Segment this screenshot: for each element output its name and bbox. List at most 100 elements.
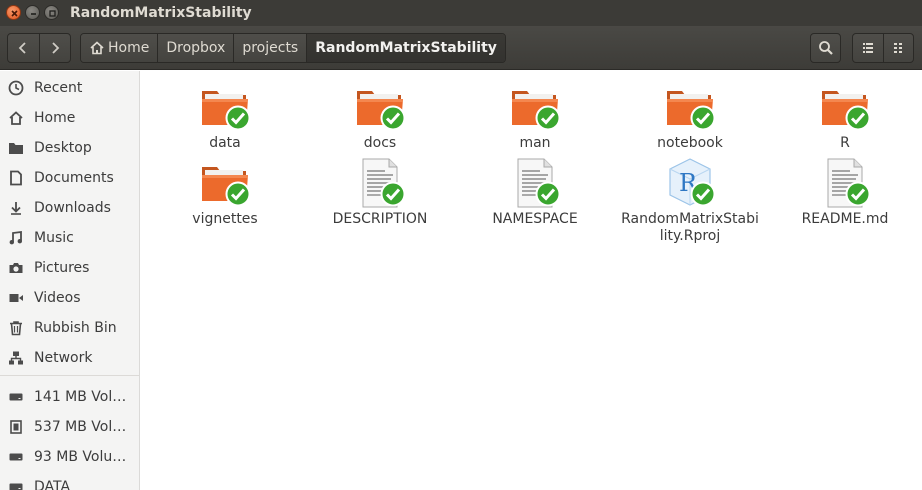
folder-icon [664,81,716,133]
minimize-window-button[interactable] [25,5,40,20]
breadcrumb-dropbox[interactable]: Dropbox [157,34,234,62]
sidebar-item-label: Pictures [34,260,90,276]
forward-button[interactable] [38,34,71,62]
close-icon [11,10,18,17]
menu-button[interactable] [882,34,914,62]
breadcrumb-projects[interactable]: projects [233,34,307,62]
drive-icon [6,447,26,467]
sidebar-separator [0,375,139,376]
drive-icon [6,477,26,490]
search-icon [818,41,833,55]
file-name: data [209,135,241,151]
file-name: vignettes [192,211,258,227]
file-name: README.md [801,211,889,227]
title-bar: RandomMatrixStability [0,0,922,26]
file-name: RandomMatrixStability.Rproj [621,211,759,244]
file-name: man [519,135,551,151]
sidebar-item-label: Recent [34,80,83,96]
sidebar-item-downloads[interactable]: Downloads [0,193,139,223]
home-icon [90,41,104,55]
sync-check-icon [380,105,406,131]
folder-icon [819,81,871,133]
sync-check-icon [690,181,716,207]
folder-icon [6,138,26,158]
sidebar-item-pictures[interactable]: Pictures [0,253,139,283]
sidebar-item-videos[interactable]: Videos [0,283,139,313]
folder-icon [199,81,251,133]
sidebar: Recent Home Desktop Documents Downloads … [0,71,140,490]
breadcrumb-label: Dropbox [166,40,226,56]
sync-check-icon [225,181,251,207]
sidebar-item-home[interactable]: Home [0,103,139,133]
toolbar: Home Dropbox projects RandomMatrixStabil… [0,26,922,70]
file-item-man[interactable]: man [460,81,610,152]
close-window-button[interactable] [6,5,21,20]
breadcrumb-label: projects [242,40,299,56]
sidebar-item-volume-141mb[interactable]: 141 MB Volume [0,382,139,412]
home-icon [6,108,26,128]
file-item-notebook[interactable]: notebook [615,81,765,152]
trash-icon [6,318,26,338]
sidebar-item-label: Downloads [34,200,111,216]
file-item-r[interactable]: R [770,81,920,152]
sidebar-item-network[interactable]: Network [0,343,139,373]
file-name: R [840,135,850,151]
r-project-icon: R [664,157,716,209]
minimize-icon [31,13,36,15]
file-name: DESCRIPTION [332,211,428,227]
breadcrumb-home[interactable]: Home [81,34,158,62]
sidebar-item-desktop[interactable]: Desktop [0,133,139,163]
list-icon [862,43,873,53]
breadcrumb-label: RandomMatrixStability [315,40,497,56]
sidebar-item-label: Music [34,230,74,246]
video-icon [6,288,26,308]
clock-icon [6,78,26,98]
sidebar-item-recent[interactable]: Recent [0,73,139,103]
file-item-docs[interactable]: docs [305,81,455,152]
file-item-data[interactable]: data [150,81,300,152]
file-item-rproj[interactable]: R RandomMatrixStability.Rproj [615,157,765,245]
search-button[interactable] [810,33,841,63]
file-item-namespace[interactable]: NAMESPACE [460,157,610,228]
maximize-window-button[interactable] [44,5,59,20]
sidebar-item-volume-537mb[interactable]: 537 MB Volume [0,412,139,442]
file-item-readme[interactable]: README.md [770,157,920,228]
text-file-icon [354,157,406,209]
sidebar-item-label: Network [34,350,93,366]
text-file-icon [819,157,871,209]
document-icon [6,168,26,188]
sidebar-item-label: Desktop [34,140,92,156]
sidebar-item-music[interactable]: Music [0,223,139,253]
sync-check-icon [535,181,561,207]
file-item-description[interactable]: DESCRIPTION [305,157,455,228]
view-switcher [852,33,914,63]
file-view: data docs man notebook R vignettes DESCR… [141,71,922,490]
sidebar-item-documents[interactable]: Documents [0,163,139,193]
sync-check-icon [535,105,561,131]
camera-icon [6,258,26,278]
sidebar-item-label: 537 MB Volume [34,419,134,435]
sync-check-icon [845,105,871,131]
sync-check-icon [845,181,871,207]
sidebar-item-volume-93mb[interactable]: 93 MB Volume [0,442,139,472]
sidebar-item-rubbish-bin[interactable]: Rubbish Bin [0,313,139,343]
folder-icon [354,81,406,133]
file-item-vignettes[interactable]: vignettes [150,157,300,228]
sidebar-item-data[interactable]: DATA [0,472,139,490]
back-button[interactable] [8,34,39,62]
sidebar-item-label: 141 MB Volume [34,389,134,405]
window-title: RandomMatrixStability [70,5,252,21]
sidebar-item-label: Documents [34,170,114,186]
grid-icon [894,43,903,53]
sync-check-icon [380,181,406,207]
breadcrumb: Home Dropbox projects RandomMatrixStabil… [80,33,506,63]
folder-icon [509,81,561,133]
breadcrumb-current[interactable]: RandomMatrixStability [306,34,505,62]
sidebar-item-label: Home [34,110,76,126]
download-icon [6,198,26,218]
sidebar-item-label: 93 MB Volume [34,449,134,465]
file-name: docs [363,135,397,151]
chip-icon [6,417,26,437]
list-view-button[interactable] [853,34,883,62]
breadcrumb-label: Home [108,40,150,56]
